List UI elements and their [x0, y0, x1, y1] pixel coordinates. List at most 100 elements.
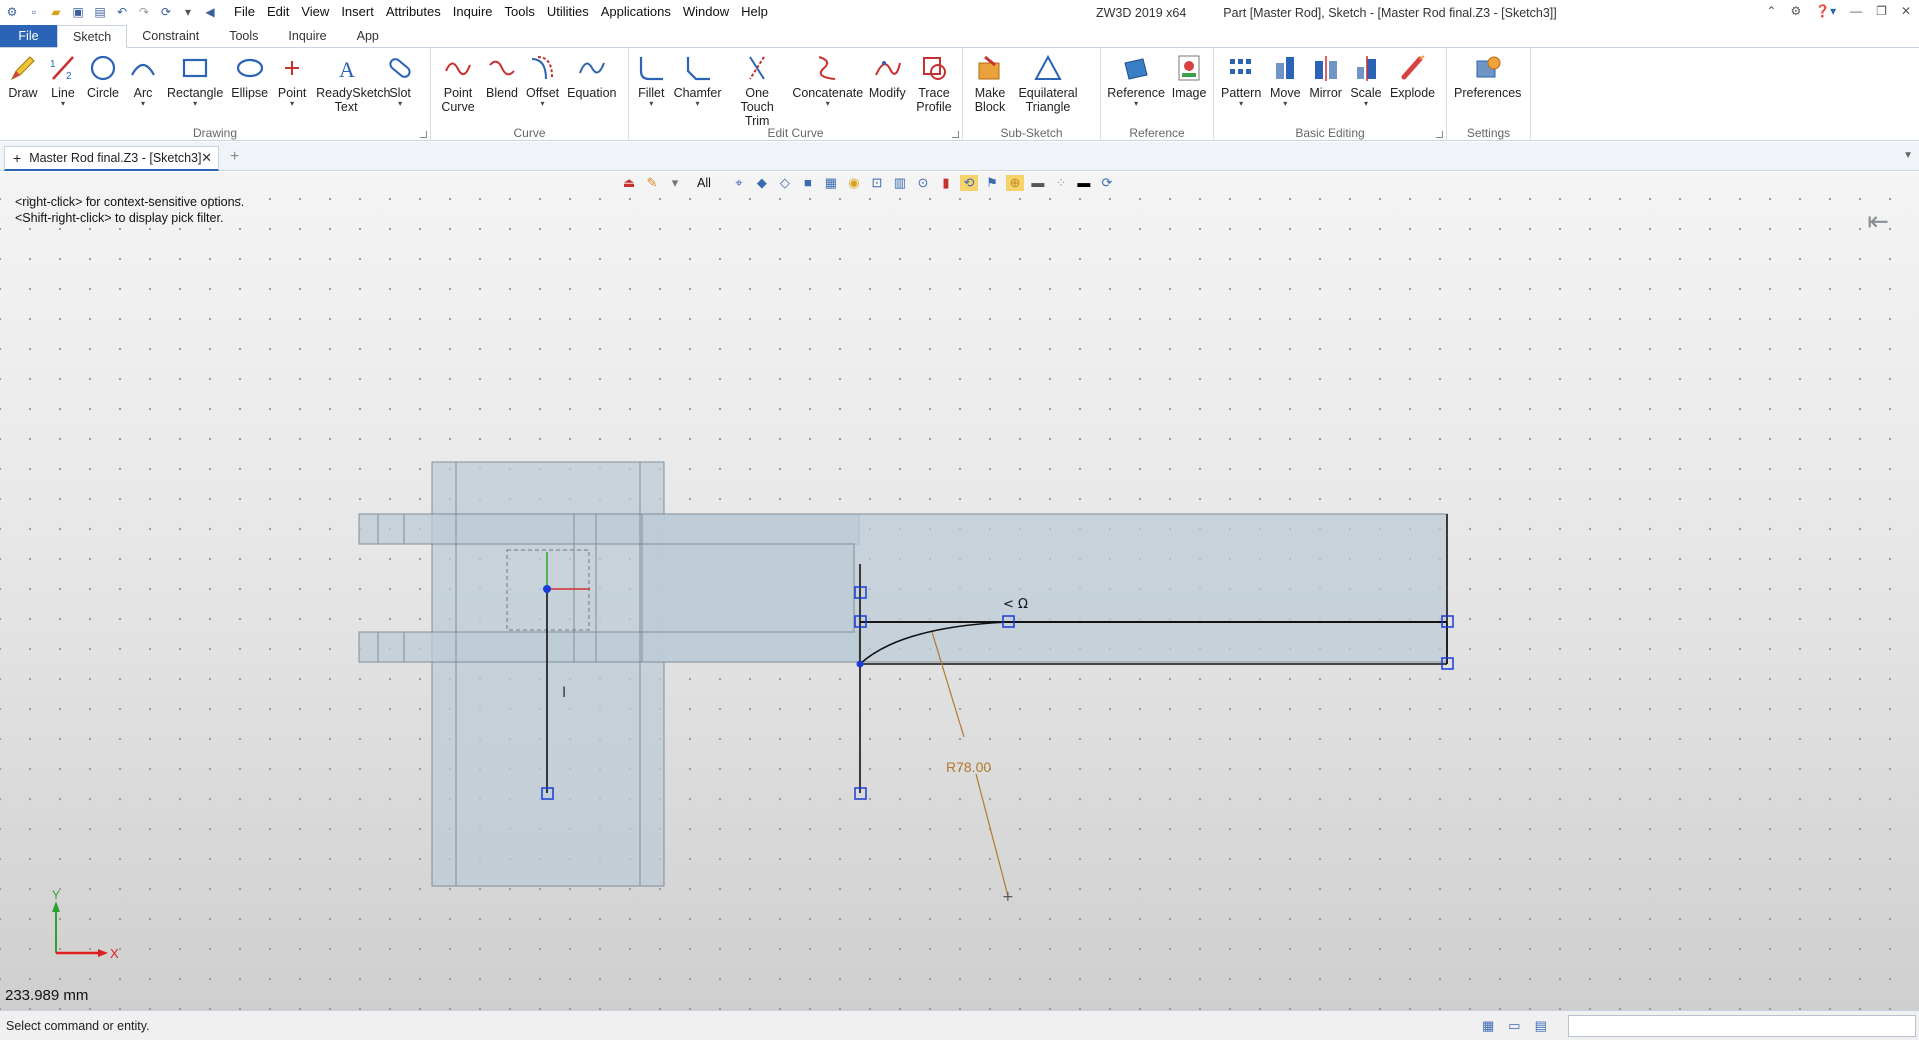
quick-access-toolbar: ⚙ ▫ ▰ ▣ ▤ ↶ ↷ ⟳ ▾ ◀ [0, 4, 218, 20]
group-edit-curve: Fillet ▾ Chamfer ▾ One Touch Trim Concat… [629, 48, 963, 141]
minimize-icon[interactable]: — [1850, 4, 1862, 18]
menu-attributes[interactable]: Attributes [380, 0, 447, 24]
origin-point[interactable] [543, 585, 551, 593]
chamfer-dropdown-icon[interactable]: ▾ [696, 100, 700, 108]
concatenate-label: Concatenate [792, 86, 864, 100]
print-icon[interactable]: ▤ [92, 4, 108, 20]
basic-editing-launcher-icon[interactable] [1436, 131, 1443, 138]
pattern-label: Pattern [1221, 86, 1262, 100]
graphics-viewport[interactable]: <right-click> for context-sensitive opti… [0, 172, 1919, 1010]
tab-inquire[interactable]: Inquire [273, 25, 341, 47]
back-arrow-icon[interactable]: ◀ [202, 4, 218, 20]
group-label-edit-curve: Edit Curve [767, 126, 824, 140]
ellipse-label: Ellipse [231, 86, 269, 100]
ribbon-tabs: File Sketch Constraint Tools Inquire App [0, 25, 1919, 48]
menu-window[interactable]: Window [677, 0, 735, 24]
close-tab-icon[interactable]: ✕ [201, 150, 212, 166]
triad-y-arrow [52, 901, 60, 912]
svg-text:1: 1 [50, 59, 56, 70]
reference-dropdown-icon[interactable]: ▾ [1134, 100, 1138, 108]
concatenate-dropdown-icon[interactable]: ▾ [826, 100, 830, 108]
menu-edit[interactable]: Edit [261, 0, 295, 24]
slot-dropdown-icon[interactable]: ▾ [398, 100, 402, 108]
chevron-up-icon[interactable]: ⌃ [1766, 4, 1776, 18]
corner-point[interactable] [856, 660, 864, 668]
menu-view[interactable]: View [295, 0, 335, 24]
menu-help[interactable]: Help [735, 0, 774, 24]
fillet-dropdown-icon[interactable]: ▾ [649, 100, 653, 108]
drawing-launcher-icon[interactable] [420, 131, 427, 138]
ellipse-icon [236, 58, 263, 78]
image-icon [1178, 55, 1200, 81]
edit-curve-launcher-icon[interactable] [952, 131, 959, 138]
status-window-icon[interactable]: ▤ [1535, 1018, 1547, 1034]
menu-file[interactable]: File [228, 0, 261, 24]
circle-icon [90, 55, 116, 81]
triad-x-arrow [98, 949, 108, 957]
line-label: Line [51, 86, 75, 100]
menu-insert[interactable]: Insert [335, 0, 380, 24]
group-label-curve: Curve [513, 126, 546, 140]
move-dropdown-icon[interactable]: ▾ [1283, 100, 1287, 108]
equation-label: Equation [567, 86, 617, 100]
document-tab[interactable]: + Master Rod final.Z3 - [Sketch3] ✕ [4, 146, 219, 171]
tab-constraint[interactable]: Constraint [127, 25, 214, 47]
status-calculator-icon[interactable]: ▦ [1482, 1018, 1494, 1034]
text-cursor-icon: I [562, 685, 566, 701]
tab-app[interactable]: App [342, 25, 394, 47]
document-tabs: + Master Rod final.Z3 - [Sketch3] ✕ + ▼ [0, 142, 1919, 171]
title-bar: ⚙ ▫ ▰ ▣ ▤ ↶ ↷ ⟳ ▾ ◀ File Edit View Inser… [0, 0, 1919, 24]
explode-icon [1401, 55, 1425, 80]
refresh-icon[interactable]: ⟳ [158, 4, 174, 20]
point-dropdown-icon[interactable]: ▾ [290, 100, 294, 108]
menu-inquire[interactable]: Inquire [447, 0, 499, 24]
open-folder-icon[interactable]: ▰ [48, 4, 64, 20]
radius-leader-lower [975, 773, 1009, 897]
menu-utilities[interactable]: Utilities [541, 0, 595, 24]
new-tab-icon[interactable]: + [230, 148, 239, 166]
app-logo-icon[interactable]: ⚙ [4, 4, 20, 20]
sketch-canvas[interactable]: < Ω R78.00 + I X Y [0, 172, 1919, 1010]
menu-tools[interactable]: Tools [499, 0, 541, 24]
new-file-icon[interactable]: ▫ [26, 4, 42, 20]
tab-file[interactable]: File [0, 25, 57, 47]
scale-dropdown-icon[interactable]: ▾ [1364, 100, 1368, 108]
menu-bar: File Edit View Insert Attributes Inquire… [228, 0, 774, 24]
tab-tools[interactable]: Tools [214, 25, 273, 47]
concatenate-icon [818, 56, 835, 80]
tab-sketch[interactable]: Sketch [57, 25, 128, 48]
status-monitor-icon[interactable]: ▭ [1508, 1018, 1520, 1034]
scale-icon [1356, 56, 1376, 81]
rectangle-dropdown-icon[interactable]: ▾ [193, 100, 197, 108]
offset-icon [531, 56, 553, 80]
cursor-crosshair-icon: + [1002, 889, 1014, 905]
settings-gear-icon[interactable]: ⚙ [1790, 4, 1801, 18]
save-icon[interactable]: ▣ [70, 4, 86, 20]
restore-icon[interactable]: ❐ [1876, 4, 1887, 18]
group-reference: Reference ▾ Image Reference [1101, 48, 1214, 141]
close-icon[interactable]: ✕ [1901, 4, 1911, 18]
offset-dropdown-icon[interactable]: ▾ [541, 100, 545, 108]
group-drawing: Draw 12 Line ▾ Circle Arc ▾ Rectangle ▾ … [0, 48, 431, 141]
trim-icon [749, 56, 765, 80]
equation-icon [578, 62, 605, 74]
radius-dimension[interactable]: R78.00 [946, 759, 991, 775]
menu-applications[interactable]: Applications [595, 0, 677, 24]
customize-dropdown-icon[interactable]: ▾ [180, 4, 196, 20]
make-block-icon [978, 55, 1000, 80]
point-icon [285, 61, 300, 75]
line-dropdown-icon[interactable]: ▾ [61, 100, 65, 108]
triad-y-label: Y [52, 888, 60, 902]
arc-label: Arc [133, 86, 153, 100]
group-label-reference: Reference [1129, 126, 1185, 140]
ribbon: Draw 12 Line ▾ Circle Arc ▾ Rectangle ▾ … [0, 48, 1919, 141]
text-icon: A [339, 57, 355, 82]
help-icon[interactable]: ❓▾ [1815, 4, 1836, 18]
status-bar: Select command or entity. ▦ ▭ ▤ [0, 1010, 1919, 1040]
redo-icon[interactable]: ↷ [136, 4, 152, 20]
undo-icon[interactable]: ↶ [114, 4, 130, 20]
pattern-dropdown-icon[interactable]: ▾ [1239, 100, 1243, 108]
tab-list-icon[interactable]: ▼ [1903, 150, 1913, 161]
command-input[interactable] [1568, 1015, 1916, 1037]
arc-dropdown-icon[interactable]: ▾ [141, 100, 145, 108]
